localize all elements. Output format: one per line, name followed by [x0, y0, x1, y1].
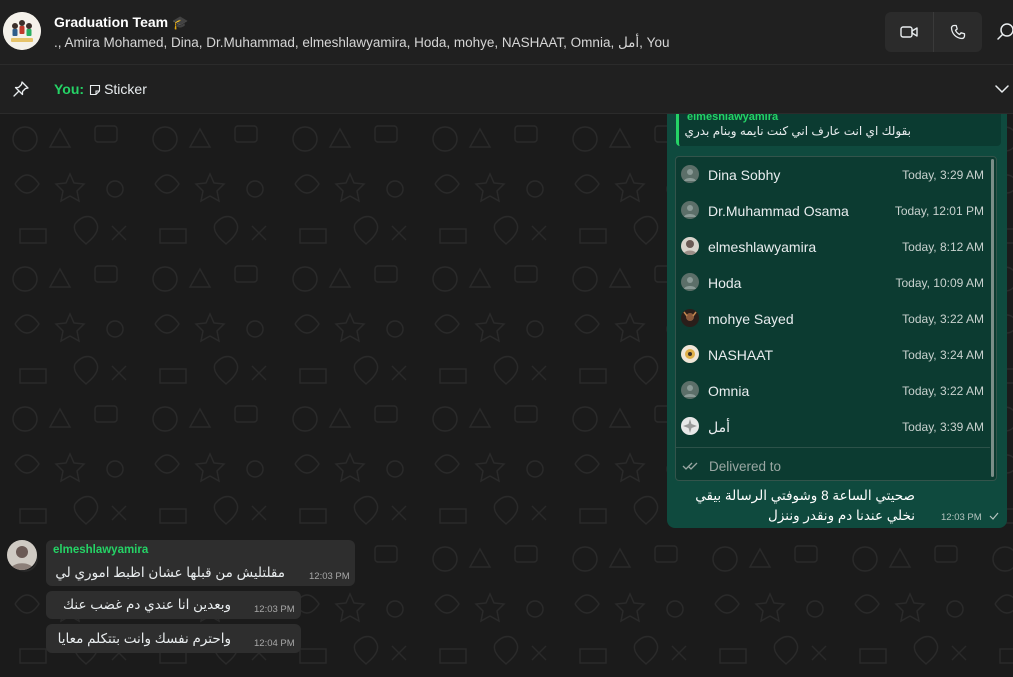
receipt-row[interactable]: أمل Today, 3:39 AM	[676, 409, 990, 445]
receipt-time: Today, 3:39 AM	[902, 420, 984, 434]
receipt-time: Today, 10:09 AM	[895, 276, 985, 290]
receipt-name: Dina Sobhy	[708, 167, 781, 183]
delivered-label: Delivered to	[709, 459, 782, 474]
sender-name: elmeshlawyamira	[53, 544, 149, 556]
avatar	[681, 417, 699, 435]
scrollbar[interactable]	[991, 159, 994, 477]
search-button[interactable]	[994, 20, 1013, 44]
receipt-row[interactable]: Omnia Today, 3:22 AM	[676, 373, 990, 409]
check-icon	[989, 512, 999, 520]
receipt-name: Hoda	[708, 275, 742, 291]
message-time: 12:03 PM	[941, 512, 982, 523]
chat-title[interactable]: Graduation Team 🎓	[54, 14, 188, 31]
chat-header: Graduation Team 🎓 ., Amira Mohamed, Dina,…	[0, 0, 1013, 65]
voice-call-button[interactable]	[933, 12, 982, 52]
pinned-sender: You:	[54, 81, 85, 97]
quoted-message[interactable]: elmeshlawyamira بقولك اي انت عارف اني كن…	[676, 114, 1001, 146]
delivered-section: Delivered to	[676, 447, 990, 480]
receipt-row[interactable]: NASHAAT Today, 3:24 AM	[676, 337, 990, 373]
received-message-bubble[interactable]: elmeshlawyamira مقلتليش من قبلها عشان اظ…	[46, 540, 355, 586]
receipt-row[interactable]: Dina Sobhy Today, 3:29 AM	[676, 157, 990, 193]
receipt-time: Today, 3:22 AM	[902, 384, 984, 398]
avatar	[681, 381, 699, 399]
receipt-name: Dr.Muhammad Osama	[708, 203, 849, 219]
receipt-row[interactable]: mohye Sayed Today, 3:22 AM	[676, 301, 990, 337]
received-message-bubble[interactable]: وبعدين انا عندي دم غضب عنك 12:03 PM	[46, 591, 301, 619]
double-check-icon	[682, 462, 698, 470]
message-text: مقلتليش من قبلها عشان اظبط اموري لي	[55, 565, 285, 580]
receipt-name: NASHAAT	[708, 347, 774, 363]
member-list[interactable]: ., Amira Mohamed, Dina, Dr.Muhammad, elm…	[54, 35, 669, 51]
message-time: 12:04 PM	[254, 638, 295, 649]
graduation-cap-icon: 🎓	[172, 15, 189, 30]
avatar	[681, 273, 699, 291]
video-call-button[interactable]	[885, 12, 933, 52]
avatar	[681, 237, 699, 255]
pin-icon	[13, 81, 29, 97]
receipt-name: mohye Sayed	[708, 311, 794, 327]
receipt-row[interactable]: Hoda Today, 10:09 AM	[676, 265, 990, 301]
voice-call-icon	[950, 24, 966, 40]
message-time: 12:03 PM	[254, 604, 295, 615]
chevron-down-icon[interactable]	[995, 84, 1009, 94]
receipt-time: Today, 8:12 AM	[902, 240, 984, 254]
pinned-message-preview: You: Sticker	[54, 81, 147, 99]
receipt-row[interactable]: Dr.Muhammad Osama Today, 12:01 PM	[676, 193, 990, 229]
message-time: 12:03 PM	[309, 571, 350, 582]
pinned-message-bar[interactable]: You: Sticker	[0, 65, 1013, 114]
sticker-icon	[89, 83, 101, 99]
message-text: وبعدين انا عندي دم غضب عنك	[63, 597, 231, 612]
search-icon	[997, 23, 1013, 40]
pinned-label: Sticker	[104, 81, 147, 97]
avatar	[681, 309, 699, 327]
avatar	[681, 345, 699, 363]
chat-title-text: Graduation Team	[54, 14, 169, 30]
receipt-name: Omnia	[708, 383, 750, 399]
read-receipts-panel: Dina Sobhy Today, 3:29 AM Dr.Muhammad Os…	[675, 156, 997, 481]
quoted-sender: elmeshlawyamira	[687, 114, 779, 123]
receipt-name: أمل	[708, 419, 730, 435]
sent-message-bubble[interactable]: elmeshlawyamira بقولك اي انت عارف اني كن…	[667, 114, 1007, 528]
receipt-time: Today, 3:29 AM	[902, 168, 984, 182]
avatar	[681, 165, 699, 183]
group-avatar[interactable]	[3, 12, 41, 50]
message-list[interactable]: elmeshlawyamira بقولك اي انت عارف اني كن…	[0, 114, 1013, 677]
receipt-time: Today, 12:01 PM	[894, 204, 984, 218]
sent-message-text: صحيتي الساعة 8 وشوفتي الرسالة بيقي نخلي …	[695, 488, 915, 523]
video-call-icon	[900, 26, 918, 38]
receipt-time: Today, 3:22 AM	[902, 312, 984, 326]
receipt-time: Today, 3:24 AM	[902, 348, 984, 362]
avatar	[681, 201, 699, 219]
receipt-name: elmeshlawyamira	[708, 239, 817, 255]
message-text: واحترم نفسك وانت بتتكلم معايا	[57, 631, 231, 646]
received-message-bubble[interactable]: واحترم نفسك وانت بتتكلم معايا 12:04 PM	[46, 624, 301, 653]
quoted-text: بقولك اي انت عارف اني كنت نايمه وبنام بد…	[684, 124, 911, 138]
receipt-row[interactable]: elmeshlawyamira Today, 8:12 AM	[676, 229, 990, 265]
call-buttons	[885, 12, 982, 52]
sender-avatar[interactable]	[7, 540, 37, 570]
